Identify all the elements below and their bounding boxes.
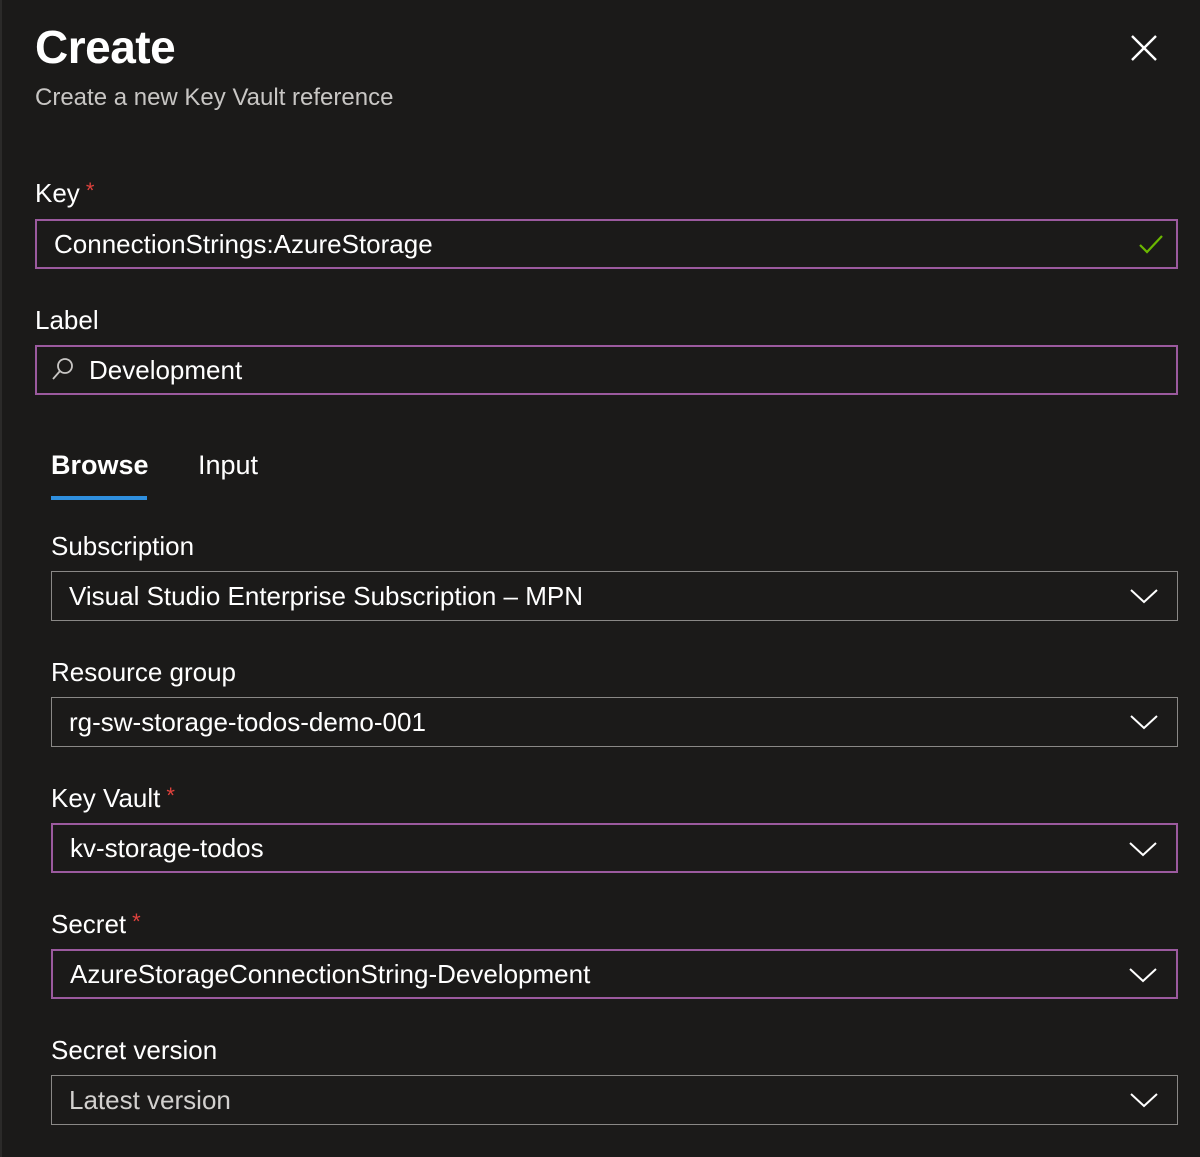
- label-search-input[interactable]: Development: [35, 345, 1178, 395]
- chevron-down-icon: [1129, 842, 1157, 857]
- key-vault-value: kv-storage-todos: [70, 832, 264, 863]
- page-title: Create: [35, 21, 176, 73]
- key-input-value: ConnectionStrings:AzureStorage: [54, 228, 433, 259]
- required-marker: *: [85, 178, 95, 203]
- close-icon[interactable]: [1126, 30, 1162, 66]
- secret-label-text: Secret: [51, 909, 127, 939]
- secret-dropdown[interactable]: AzureStorageConnectionString-Development: [51, 949, 1178, 999]
- label-search-value: Development: [89, 354, 243, 385]
- subscription-dropdown[interactable]: Visual Studio Enterprise Subscription – …: [51, 571, 1178, 621]
- chevron-down-icon: [1129, 968, 1157, 983]
- page-subtitle: Create a new Key Vault reference: [35, 84, 394, 111]
- key-input[interactable]: ConnectionStrings:AzureStorage: [35, 219, 1178, 269]
- key-label: Key *: [35, 178, 94, 209]
- secret-value: AzureStorageConnectionString-Development: [70, 958, 591, 989]
- required-marker: *: [166, 783, 175, 808]
- chevron-down-icon: [1130, 715, 1158, 730]
- resource-group-value: rg-sw-storage-todos-demo-001: [69, 706, 426, 737]
- secret-version-dropdown[interactable]: Latest version: [51, 1075, 1178, 1125]
- required-marker: *: [132, 909, 141, 934]
- chevron-down-icon: [1130, 1093, 1158, 1108]
- resource-group-label: Resource group: [51, 657, 236, 687]
- key-vault-dropdown[interactable]: kv-storage-todos: [51, 823, 1178, 873]
- subscription-value: Visual Studio Enterprise Subscription – …: [69, 580, 583, 611]
- secret-label: Secret *: [51, 909, 141, 940]
- tab-active-indicator: [51, 496, 147, 500]
- key-vault-label: Key Vault *: [51, 783, 175, 814]
- resource-group-dropdown[interactable]: rg-sw-storage-todos-demo-001: [51, 697, 1178, 747]
- key-label-text: Key: [35, 178, 80, 208]
- create-panel: Create Create a new Key Vault reference …: [0, 0, 1200, 1157]
- secret-version-label: Secret version: [51, 1035, 218, 1065]
- tab-input[interactable]: Input: [198, 450, 258, 481]
- subscription-label: Subscription: [51, 531, 195, 561]
- search-icon: [52, 358, 73, 380]
- label-field-label: Label: [35, 305, 99, 335]
- key-vault-label-text: Key Vault: [51, 783, 161, 813]
- checkmark-icon: [1139, 235, 1163, 254]
- chevron-down-icon: [1130, 589, 1158, 604]
- secret-version-value: Latest version: [69, 1084, 231, 1115]
- tab-browse[interactable]: Browse: [51, 450, 149, 481]
